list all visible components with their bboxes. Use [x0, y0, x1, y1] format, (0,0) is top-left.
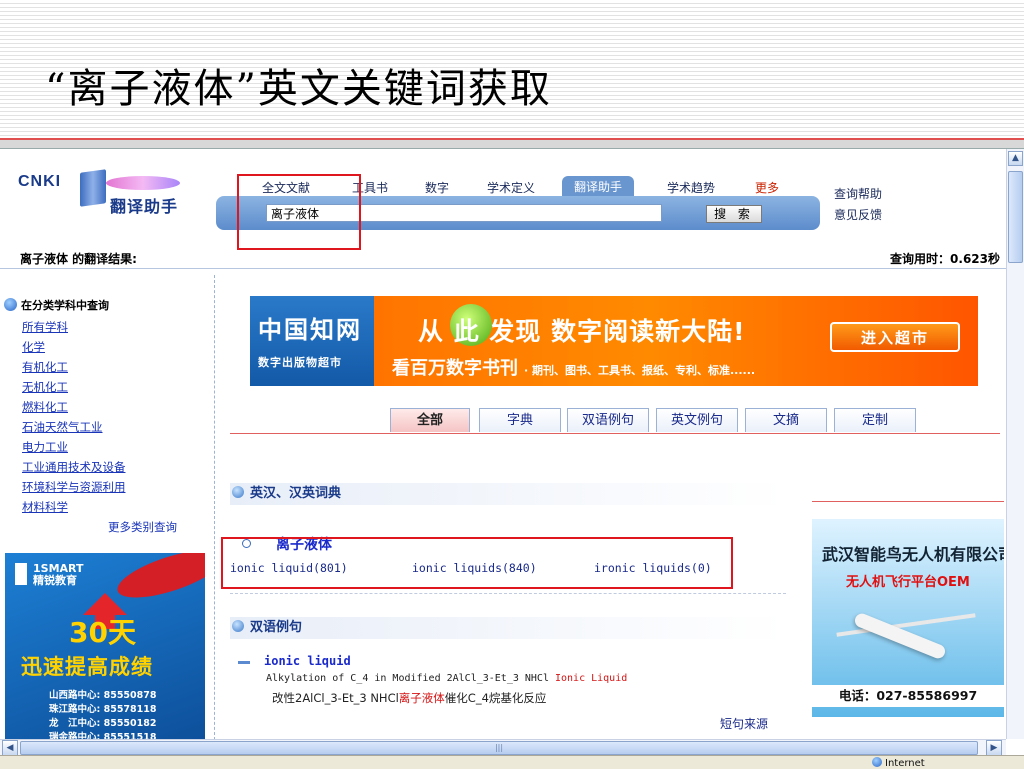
ad-big-text: 30天 — [69, 616, 136, 649]
scroll-up-arrow-icon[interactable]: ▲ — [1008, 151, 1023, 166]
logo-swirl-icon — [106, 176, 180, 190]
result-bar: 离子液体 的翻译结果: 查询用时：0.623秒 — [0, 250, 1006, 269]
ad-phone: 龙 江中心: 85550182 — [49, 718, 157, 729]
category-link[interactable]: 所有学科 — [22, 319, 68, 335]
globe-icon — [872, 757, 882, 767]
scroll-right-arrow-icon[interactable]: ▶ — [986, 740, 1002, 756]
tab-trends[interactable]: 学术趋势 — [667, 179, 715, 196]
example-term[interactable]: ionic liquid — [264, 654, 351, 668]
result-tab-all[interactable]: 全部 — [390, 408, 470, 432]
result-tab-english[interactable]: 英文例句 — [656, 408, 738, 432]
book-icon — [80, 169, 106, 207]
enter-market-button[interactable]: 进入超市 — [830, 322, 960, 352]
drone-ad-phone: 电话：027-85586997 — [812, 685, 1004, 707]
category-link[interactable]: 化学 — [22, 339, 45, 355]
category-link[interactable]: 有机化工 — [22, 359, 68, 375]
dictionary-section-header: 英汉、汉英词典 — [230, 483, 786, 505]
help-link[interactable]: 查询帮助 — [834, 185, 882, 202]
browser-window: CNKI 翻译助手 全文文献 工具书 数字 学术定义 翻译助手 学术趋势 更多 … — [0, 148, 1024, 769]
tab-definitions[interactable]: 学术定义 — [487, 179, 535, 196]
status-zone: Internet — [872, 757, 925, 769]
dash-icon — [238, 661, 250, 664]
category-header: 在分类学科中查询 — [4, 297, 109, 313]
tab-translation[interactable]: 翻译助手 — [562, 176, 635, 198]
status-bar: Internet — [0, 755, 1024, 769]
category-sidebar: 在分类学科中查询 所有学科 化学 有机化工 无机化工 燃料化工 石油天然气工业 … — [0, 275, 215, 745]
result-tab-dictionary[interactable]: 字典 — [479, 408, 561, 432]
cnki-banner-ad[interactable]: 中国知网 数字出版物超市 从 此 发现 数字阅读新大陆! 看百万数字书刊 · 期刊… — [250, 296, 978, 386]
education-ad[interactable]: 1SMART 精锐教育 30天 迅速提高成绩 山西路中心: 85550878 珠江… — [5, 553, 205, 743]
feedback-link[interactable]: 意见反馈 — [834, 206, 882, 223]
ad-brand: 1SMART 精锐教育 — [15, 563, 84, 587]
tab-more[interactable]: 更多 — [755, 179, 779, 196]
category-link[interactable]: 无机化工 — [22, 379, 68, 395]
result-tab-bilingual[interactable]: 双语例句 — [567, 408, 649, 432]
highlight-box-translations — [221, 537, 733, 589]
more-categories-link[interactable]: 更多类别查询 — [108, 519, 177, 535]
tab-numbers[interactable]: 数字 — [425, 179, 449, 196]
slide-title: “离子液体”英文关键词获取 — [45, 66, 552, 112]
drone-ad-title: 武汉智能鸟无人机有限公司 — [822, 545, 1004, 564]
ad-phone: 山西路中心: 85550878 — [49, 690, 157, 701]
drone-ad[interactable]: 武汉智能鸟无人机有限公司 无人机飞行平台OEM 电话：027-85586997 — [812, 519, 1004, 717]
bilingual-section-header: 双语例句 — [230, 617, 786, 639]
result-tab-custom[interactable]: 定制 — [834, 408, 916, 432]
example-english: Alkylation of C_4 in Modified 2AlCl_3-Et… — [266, 673, 628, 684]
ad-phone: 珠江路中心: 85578118 — [49, 704, 157, 715]
vertical-scroll-thumb[interactable] — [1008, 171, 1023, 263]
result-label: 离子液体 的翻译结果: — [20, 252, 137, 266]
drone-ad-subtitle: 无人机飞行平台OEM — [846, 575, 970, 590]
category-link[interactable]: 材料科学 — [22, 499, 68, 515]
section-bullet-icon — [232, 620, 244, 632]
banner-brand: 中国知网 — [258, 315, 362, 344]
cnki-logo[interactable]: CNKI — [18, 173, 61, 191]
vertical-scrollbar[interactable]: ▲ — [1006, 149, 1024, 739]
globe-icon — [4, 298, 17, 311]
logo-subtitle: 翻译助手 — [110, 197, 179, 216]
banner-brand-sub: 数字出版物超市 — [258, 356, 342, 369]
banner-subline: 看百万数字书刊 · 期刊、图书、工具书、报纸、专利、标准...... — [392, 358, 756, 379]
example-chinese: 改性2AlCl_3-Et_3 NHCl离子液体催化C_4烷基化反应 — [272, 691, 547, 705]
horizontal-scrollbar[interactable]: ◀ ||| ▶ — [0, 739, 1006, 756]
banner-headline: 从 此 发现 数字阅读新大陆! — [418, 317, 746, 346]
category-link[interactable]: 环境科学与资源利用 — [22, 479, 126, 495]
source-link[interactable]: 短句来源 — [720, 715, 768, 732]
highlight-box-search — [237, 174, 361, 250]
horizontal-scroll-thumb[interactable]: ||| — [20, 741, 978, 755]
search-button[interactable]: 搜 索 — [706, 205, 762, 223]
category-link[interactable]: 石油天然气工业 — [22, 419, 103, 435]
category-link[interactable]: 燃料化工 — [22, 399, 68, 415]
category-link[interactable]: 工业通用技术及设备 — [22, 459, 126, 475]
category-link[interactable]: 电力工业 — [22, 439, 68, 455]
scroll-left-arrow-icon[interactable]: ◀ — [2, 740, 18, 756]
ad-slogan: 迅速提高成绩 — [21, 655, 153, 679]
tab-underline — [230, 433, 1000, 434]
result-tab-abstract[interactable]: 文摘 — [745, 408, 827, 432]
query-time: 查询用时：0.623秒 — [890, 252, 1000, 266]
section-bullet-icon — [232, 486, 244, 498]
